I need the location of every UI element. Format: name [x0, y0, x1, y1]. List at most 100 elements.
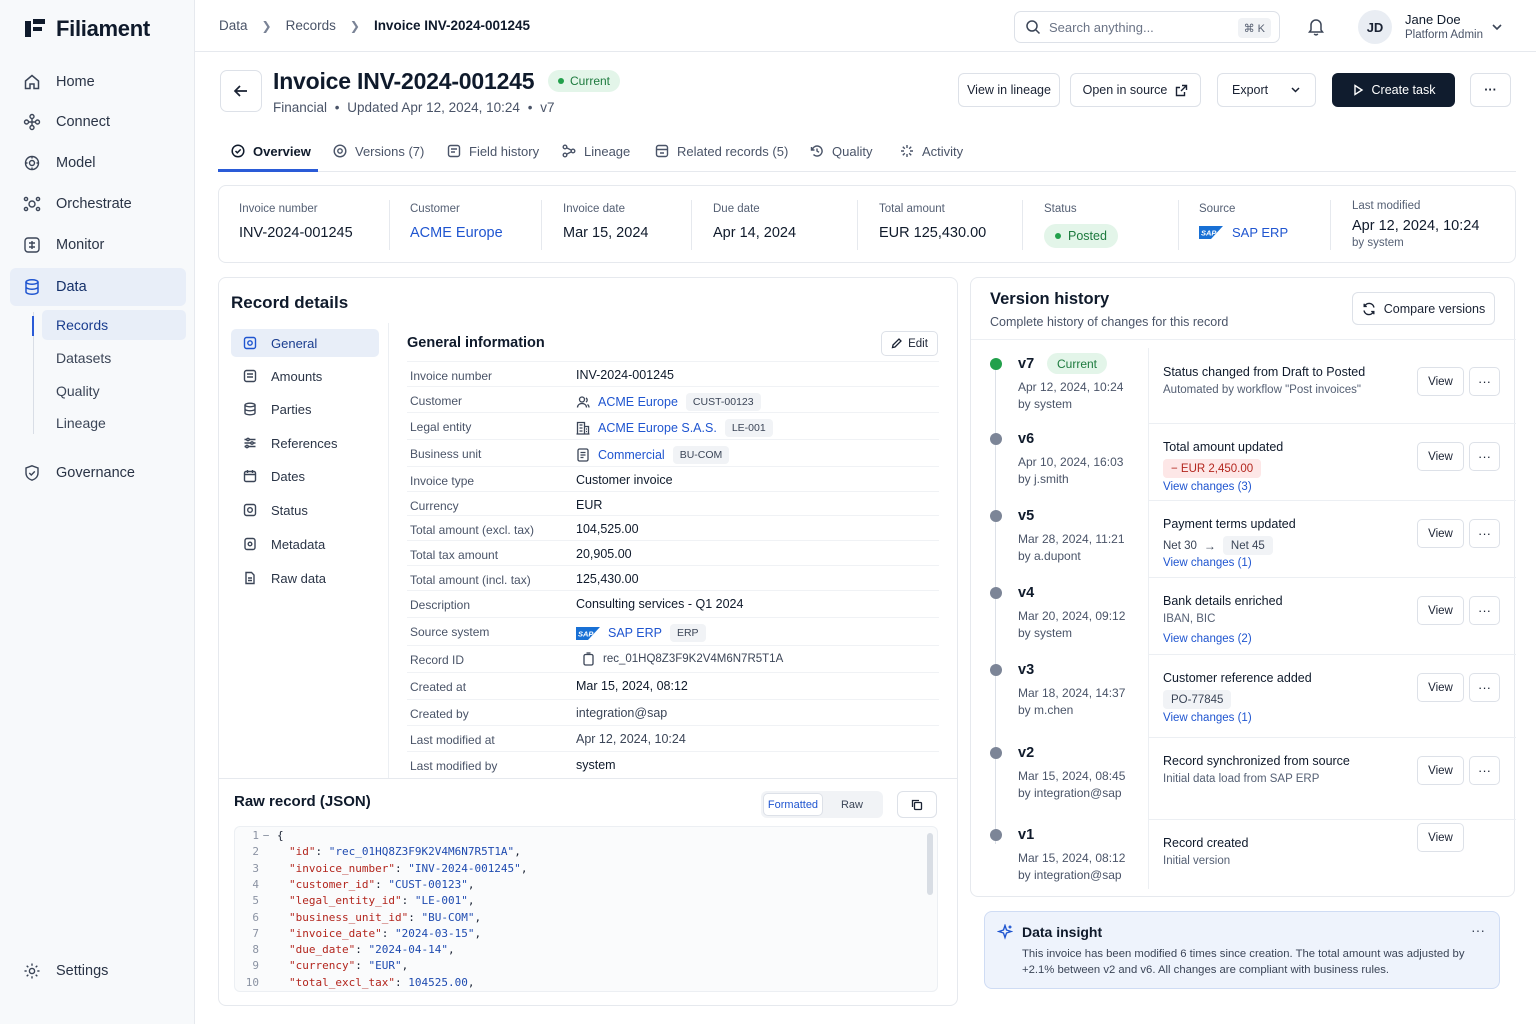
create-task-button[interactable]: Create task: [1332, 73, 1455, 107]
search-input[interactable]: Search anything... ⌘ K: [1014, 11, 1280, 43]
divider: [971, 339, 1516, 340]
change-chip-row: PO-77845: [1163, 690, 1232, 709]
tab-activity[interactable]: Activity: [900, 130, 963, 172]
back-button[interactable]: [220, 70, 262, 112]
json-code-viewer[interactable]: 1−{2 "id": "rec_01HQ8Z3F9K2V4M6N7R5T1A", 3…: [234, 826, 938, 992]
export-button[interactable]: Export: [1217, 73, 1316, 107]
section-raw-data[interactable]: Raw data: [231, 564, 379, 592]
user-menu-chevron[interactable]: [1491, 22, 1503, 32]
view-version-button[interactable]: View: [1417, 367, 1464, 396]
sidebar-item-data[interactable]: Data: [10, 268, 186, 306]
tab-overview[interactable]: Overview: [231, 130, 311, 172]
customer-link[interactable]: ACME Europe: [410, 225, 503, 241]
arrow-right-icon: →: [1203, 538, 1216, 553]
record-id-value[interactable]: rec_01HQ8Z3F9K2V4M6N7R5T1A: [603, 653, 783, 665]
source-value[interactable]: SAP SAP ERP: [1199, 225, 1288, 240]
section-parties[interactable]: Parties: [231, 395, 379, 423]
insight-more-button[interactable]: ···: [1471, 922, 1485, 938]
breadcrumb-data[interactable]: Data: [219, 18, 248, 33]
version-date: Apr 10, 2024, 16:03: [1018, 455, 1124, 469]
view-changes-link[interactable]: View changes (3): [1163, 481, 1252, 493]
version-more-button[interactable]: ···: [1469, 519, 1500, 548]
view-version-button[interactable]: View: [1417, 442, 1464, 471]
legal-entity-link[interactable]: ACME Europe S.A.S.: [598, 421, 717, 435]
version-entry-v7: v7 Current Apr 12, 2024, 10:24 by system Sta…: [971, 348, 1516, 425]
tab-versions[interactable]: Versions (7): [333, 130, 424, 172]
summary-label: Customer: [410, 203, 460, 215]
sidebar-item-monitor[interactable]: Monitor: [10, 226, 186, 264]
subnav-label: Records: [56, 317, 109, 333]
view-version-button[interactable]: View: [1417, 756, 1464, 785]
raw-toggle[interactable]: Raw: [823, 793, 881, 816]
field-last-modified-by: Last modified by system: [407, 751, 939, 777]
home-icon: [24, 74, 40, 90]
formatted-toggle[interactable]: Formatted: [763, 793, 823, 816]
view-version-button[interactable]: View: [1417, 519, 1464, 548]
app-logo[interactable]: Filiament: [22, 16, 150, 42]
copy-json-button[interactable]: [897, 791, 937, 818]
notifications-button[interactable]: [1307, 17, 1325, 36]
version-more-button[interactable]: ···: [1469, 442, 1500, 471]
subnav-label: Quality: [56, 383, 100, 399]
version-more-button[interactable]: ···: [1469, 673, 1500, 702]
section-references[interactable]: References: [231, 429, 379, 457]
customer-link[interactable]: ACME Europe: [598, 395, 678, 409]
compare-versions-button[interactable]: Compare versions: [1352, 292, 1495, 325]
field-invoice-type: Invoice type Customer invoice: [407, 466, 939, 492]
subtitle-updated: Updated Apr 12, 2024, 10:24: [347, 100, 520, 115]
sidebar-item-governance[interactable]: Governance: [10, 454, 186, 492]
business-unit-link[interactable]: Commercial: [598, 448, 665, 462]
section-general[interactable]: General: [231, 329, 379, 357]
view-version-button[interactable]: View: [1417, 823, 1464, 852]
section-dates[interactable]: Dates: [231, 462, 379, 490]
version-more-button[interactable]: ···: [1469, 367, 1500, 396]
button-label: Export: [1232, 83, 1269, 97]
json-key: "due_date": [289, 943, 356, 957]
section-metadata[interactable]: Metadata: [231, 530, 379, 558]
avatar[interactable]: JD: [1358, 10, 1392, 44]
general-icon: [243, 336, 257, 350]
view-version-button[interactable]: View: [1417, 596, 1464, 625]
sidebar-item-home[interactable]: Home: [10, 63, 186, 101]
subnav-item-lineage[interactable]: Lineage: [42, 408, 186, 438]
sidebar-item-label: Data: [56, 279, 87, 295]
view-version-button[interactable]: View: [1417, 673, 1464, 702]
section-status[interactable]: Status: [231, 496, 379, 524]
view-in-lineage-button[interactable]: View in lineage: [958, 73, 1060, 107]
source-link[interactable]: SAP ERP: [1232, 225, 1288, 240]
tab-field-history[interactable]: Field history: [447, 130, 539, 172]
field-label: Record ID: [410, 653, 465, 667]
subnav-item-records[interactable]: Records: [42, 310, 186, 340]
sidebar-item-settings[interactable]: Settings: [10, 952, 186, 990]
sidebar-item-connect[interactable]: Connect: [10, 103, 186, 141]
sidebar-item-orchestrate[interactable]: Orchestrate: [10, 185, 186, 223]
version-more-button[interactable]: ···: [1469, 756, 1500, 785]
scrollbar[interactable]: [927, 833, 933, 895]
sidebar-item-model[interactable]: Model: [10, 144, 186, 182]
json-colon: :: [315, 845, 329, 859]
json-value: "INV-2024-001245": [408, 861, 521, 875]
change-detail: IBAN, BIC: [1163, 613, 1216, 625]
open-in-source-button[interactable]: Open in source: [1070, 73, 1201, 107]
subnav-item-quality[interactable]: Quality: [42, 376, 186, 406]
subnav-item-datasets[interactable]: Datasets: [42, 343, 186, 373]
edit-button[interactable]: Edit: [881, 331, 938, 356]
view-changes-link[interactable]: View changes (1): [1163, 712, 1252, 724]
code-content: "due_date": "2024-04-14",: [273, 943, 455, 959]
tab-lineage[interactable]: Lineage: [562, 130, 630, 172]
source-system-link[interactable]: SAP ERP: [608, 626, 662, 640]
change-title: Bank details enriched: [1163, 594, 1283, 608]
fold-toggle[interactable]: −: [259, 829, 273, 845]
line-number: 4: [252, 877, 259, 891]
section-amounts[interactable]: Amounts: [231, 362, 379, 390]
view-changes-link[interactable]: View changes (1): [1163, 557, 1252, 569]
tab-quality[interactable]: Quality: [810, 130, 872, 172]
more-actions-button[interactable]: ···: [1470, 73, 1511, 107]
change-from-to: Net 30 → Net 45: [1163, 536, 1273, 555]
tab-related-records[interactable]: Related records (5): [655, 130, 788, 172]
breadcrumb-records[interactable]: Records: [286, 18, 336, 33]
json-comma: ,: [401, 959, 409, 973]
field-label: Invoice number: [410, 369, 493, 383]
view-changes-link[interactable]: View changes (2): [1163, 633, 1252, 645]
version-more-button[interactable]: ···: [1469, 596, 1500, 625]
